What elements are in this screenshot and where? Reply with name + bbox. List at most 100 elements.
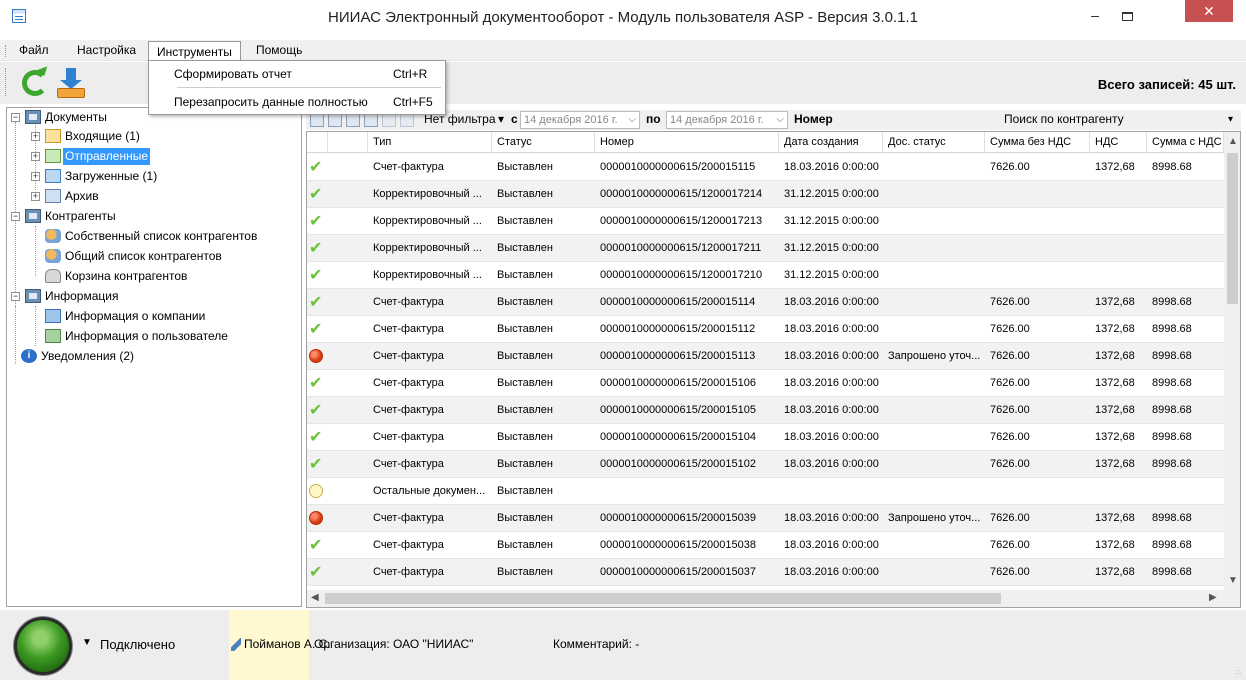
table-row[interactable]: Счет-фактура Выставлен 0000010000000615/20… [307, 343, 1224, 370]
expand-icon[interactable]: + [31, 172, 40, 181]
close-button[interactable]: ✕ [1185, 0, 1233, 22]
table-row[interactable]: Корректировочный ... Выставлен 00000100000… [307, 181, 1224, 208]
chevron-up-icon[interactable]: ▲ [1228, 136, 1238, 147]
table-row[interactable]: Корректировочный ... Выставлен 00000100000… [307, 262, 1224, 289]
table-row[interactable]: Корректировочный ... Выставлен 00000100000… [307, 235, 1224, 262]
image-icon[interactable] [400, 113, 414, 127]
cell-date: 18.03.2016 0:00:00 [784, 296, 879, 308]
cell-status: Выставлен [497, 377, 553, 389]
cell-total [1147, 235, 1224, 262]
menu-file[interactable]: Файл [14, 43, 54, 57]
horizontal-scrollbar[interactable]: ◀ ▶ [307, 590, 1224, 607]
title-bar: НИИАС Электронный документооборот - Моду… [0, 0, 1246, 40]
table-row[interactable]: Счет-фактура Выставлен 0000010000000615/20… [307, 424, 1224, 451]
cell-type: Счет-фактура [373, 350, 444, 362]
cell-status: Выставлен [497, 242, 553, 254]
company-icon [45, 309, 61, 323]
connection-status-icon[interactable] [14, 617, 72, 675]
cell-status: Выставлен [497, 323, 553, 335]
menu-help[interactable]: Помощь [251, 43, 307, 57]
cell-number: 0000010000000615/200015114 [600, 296, 756, 308]
cell-sum: 7626.00 [990, 350, 1030, 362]
check-icon [309, 562, 323, 582]
resize-grip[interactable]: ∴ [1236, 668, 1242, 677]
table-row[interactable]: Счет-фактура Выставлен 0000010000000615/20… [307, 370, 1224, 397]
minimize-button[interactable]: – [1080, 1, 1110, 31]
cell-type: Корректировочный ... [373, 188, 482, 200]
menu-tools[interactable]: Инструменты [148, 41, 241, 62]
export-icon[interactable] [346, 113, 360, 127]
table-row[interactable]: Корректировочный ... Выставлен 00000100000… [307, 208, 1224, 235]
cell-status: Выставлен [497, 566, 553, 578]
column-header-created[interactable]: Дата создания [779, 132, 883, 153]
vertical-scrollbar[interactable]: ▲ ▼ [1224, 132, 1240, 590]
menu-item-refetch-all[interactable]: Перезапросить данные полностью Ctrl+F5 [149, 90, 445, 114]
dropdown-arrow-icon[interactable]: ▾ [498, 111, 504, 129]
expand-icon[interactable]: + [31, 132, 40, 141]
column-header-vat[interactable]: НДС [1090, 132, 1147, 153]
expand-icon[interactable]: + [31, 192, 40, 201]
number-filter-label[interactable]: Номер [794, 111, 833, 129]
table-row[interactable]: Счет-фактура Выставлен 0000010000000615/20… [307, 397, 1224, 424]
chevron-right-icon[interactable]: ▶ [1209, 592, 1217, 603]
column-header-doc-status[interactable]: Дос. статус [883, 132, 985, 153]
cell-type: Корректировочный ... [373, 242, 482, 254]
alert-dot-icon [309, 349, 323, 363]
check-icon [309, 184, 323, 204]
column-header-type[interactable]: Тип [368, 132, 492, 153]
cell-total: 8998.68 [1152, 539, 1192, 551]
cell-vat [1090, 478, 1147, 505]
cell-status: Выставлен [497, 161, 553, 173]
refresh-icon[interactable] [22, 70, 48, 96]
collapse-icon[interactable]: − [11, 292, 20, 301]
column-header-status[interactable]: Статус [492, 132, 595, 153]
overflow-icon[interactable]: ▾ [1228, 111, 1233, 129]
view-icon[interactable] [310, 113, 324, 127]
list-icon[interactable] [328, 113, 342, 127]
cell-doc-status [883, 181, 985, 208]
date-from-picker[interactable]: 14 декабря 2016 г. ⌵ [520, 111, 640, 129]
collapse-icon[interactable]: − [11, 212, 20, 221]
table-row[interactable]: Остальные докумен... Выставлен [307, 478, 1224, 505]
table-row[interactable]: Счет-фактура Выставлен 0000010000000615/20… [307, 559, 1224, 586]
search-contractor-field[interactable]: Поиск по контрагенту [1004, 111, 1124, 129]
cell-sum: 7626.00 [990, 161, 1030, 173]
cell-total: 8998.68 [1152, 404, 1192, 416]
cell-vat: 1372,68 [1095, 566, 1135, 578]
table-row[interactable]: Счет-фактура Выставлен 0000010000000615/20… [307, 154, 1224, 181]
menu-item-generate-report[interactable]: Сформировать отчет Ctrl+R [149, 62, 445, 86]
table-row[interactable]: Счет-фактура Выставлен 0000010000000615/20… [307, 289, 1224, 316]
chevron-down-icon[interactable]: ▼ [82, 637, 92, 648]
column-header-total[interactable]: Сумма с НДС [1147, 132, 1224, 153]
chevron-left-icon[interactable]: ◀ [311, 592, 319, 603]
date-to-picker[interactable]: 14 декабря 2016 г. ⌵ [666, 111, 788, 129]
table-row[interactable]: Счет-фактура Выставлен 0000010000000615/20… [307, 316, 1224, 343]
attach-icon[interactable] [364, 113, 378, 127]
cell-total: 8998.68 [1152, 431, 1192, 443]
documents-grid: Тип Статус Номер Дата создания Дос. стат… [306, 131, 1241, 608]
filter-bar: Нет фильтра ▾ с 14 декабря 2016 г. ⌵ по 1… [306, 110, 1241, 130]
scroll-thumb[interactable] [325, 593, 1001, 604]
expand-icon[interactable]: + [31, 152, 40, 161]
column-header-sum[interactable]: Сумма без НДС [985, 132, 1090, 153]
table-row[interactable]: Счет-фактура Выставлен 0000010000000615/20… [307, 505, 1224, 532]
to-label: по [646, 112, 661, 126]
envelope-icon [45, 129, 61, 143]
cell-type: Счет-фактура [373, 323, 444, 335]
folder-icon [25, 289, 41, 303]
menu-settings[interactable]: Настройка [72, 43, 141, 57]
table-row[interactable]: Счет-фактура Выставлен 0000010000000615/20… [307, 532, 1224, 559]
column-header-number[interactable]: Номер [595, 132, 779, 153]
table-row[interactable]: Счет-фактура Выставлен 0000010000000615/20… [307, 451, 1224, 478]
chevron-down-icon[interactable]: ▼ [1228, 575, 1238, 586]
maximize-button[interactable] [1112, 1, 1142, 31]
navigation-tree: − Документы + Входящие (1) + Отправленны… [6, 107, 302, 607]
cell-type: Остальные докумен... [373, 485, 486, 497]
download-icon[interactable] [55, 68, 87, 100]
scroll-thumb[interactable] [1227, 153, 1238, 304]
copy-icon[interactable] [382, 113, 396, 127]
connection-status: Подключено [100, 637, 176, 652]
cell-status: Выставлен [497, 215, 553, 227]
collapse-icon[interactable]: − [11, 113, 20, 122]
cell-number: 0000010000000615/200015115 [600, 161, 756, 173]
